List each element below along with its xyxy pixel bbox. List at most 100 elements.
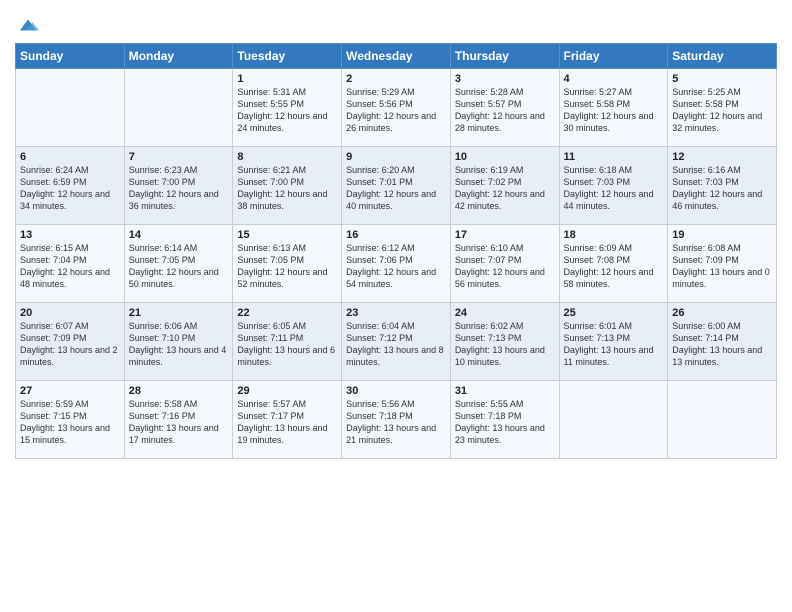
calendar-cell: 13Sunrise: 6:15 AM Sunset: 7:04 PM Dayli… xyxy=(16,225,125,303)
cell-details: Sunrise: 6:12 AM Sunset: 7:06 PM Dayligh… xyxy=(346,242,446,291)
calendar-cell xyxy=(559,381,668,459)
calendar-cell: 24Sunrise: 6:02 AM Sunset: 7:13 PM Dayli… xyxy=(450,303,559,381)
day-number: 22 xyxy=(237,307,337,319)
day-number: 4 xyxy=(564,73,664,85)
calendar-week-3: 13Sunrise: 6:15 AM Sunset: 7:04 PM Dayli… xyxy=(16,225,777,303)
calendar-body: 1Sunrise: 5:31 AM Sunset: 5:55 PM Daylig… xyxy=(16,69,777,459)
logo-icon xyxy=(17,14,39,36)
cell-details: Sunrise: 6:02 AM Sunset: 7:13 PM Dayligh… xyxy=(455,320,555,369)
cell-details: Sunrise: 6:15 AM Sunset: 7:04 PM Dayligh… xyxy=(20,242,120,291)
cell-details: Sunrise: 6:05 AM Sunset: 7:11 PM Dayligh… xyxy=(237,320,337,369)
cell-details: Sunrise: 6:16 AM Sunset: 7:03 PM Dayligh… xyxy=(672,164,772,213)
calendar-cell: 29Sunrise: 5:57 AM Sunset: 7:17 PM Dayli… xyxy=(233,381,342,459)
calendar-cell: 2Sunrise: 5:29 AM Sunset: 5:56 PM Daylig… xyxy=(342,69,451,147)
day-number: 17 xyxy=(455,229,555,241)
cell-details: Sunrise: 6:01 AM Sunset: 7:13 PM Dayligh… xyxy=(564,320,664,369)
calendar-cell: 30Sunrise: 5:56 AM Sunset: 7:18 PM Dayli… xyxy=(342,381,451,459)
calendar-cell: 17Sunrise: 6:10 AM Sunset: 7:07 PM Dayli… xyxy=(450,225,559,303)
day-number: 28 xyxy=(129,385,229,397)
day-number: 24 xyxy=(455,307,555,319)
calendar-cell: 11Sunrise: 6:18 AM Sunset: 7:03 PM Dayli… xyxy=(559,147,668,225)
calendar-cell xyxy=(16,69,125,147)
day-number: 14 xyxy=(129,229,229,241)
cell-details: Sunrise: 5:58 AM Sunset: 7:16 PM Dayligh… xyxy=(129,398,229,447)
calendar-cell: 25Sunrise: 6:01 AM Sunset: 7:13 PM Dayli… xyxy=(559,303,668,381)
cell-details: Sunrise: 6:08 AM Sunset: 7:09 PM Dayligh… xyxy=(672,242,772,291)
cell-details: Sunrise: 6:24 AM Sunset: 6:59 PM Dayligh… xyxy=(20,164,120,213)
day-number: 1 xyxy=(237,73,337,85)
calendar-cell: 7Sunrise: 6:23 AM Sunset: 7:00 PM Daylig… xyxy=(124,147,233,225)
day-number: 19 xyxy=(672,229,772,241)
day-number: 30 xyxy=(346,385,446,397)
calendar-cell: 20Sunrise: 6:07 AM Sunset: 7:09 PM Dayli… xyxy=(16,303,125,381)
calendar-week-4: 20Sunrise: 6:07 AM Sunset: 7:09 PM Dayli… xyxy=(16,303,777,381)
cell-details: Sunrise: 5:56 AM Sunset: 7:18 PM Dayligh… xyxy=(346,398,446,447)
day-number: 20 xyxy=(20,307,120,319)
calendar-cell: 16Sunrise: 6:12 AM Sunset: 7:06 PM Dayli… xyxy=(342,225,451,303)
header xyxy=(15,10,777,41)
day-number: 3 xyxy=(455,73,555,85)
cell-details: Sunrise: 6:00 AM Sunset: 7:14 PM Dayligh… xyxy=(672,320,772,369)
day-number: 23 xyxy=(346,307,446,319)
calendar-cell: 18Sunrise: 6:09 AM Sunset: 7:08 PM Dayli… xyxy=(559,225,668,303)
weekday-header-saturday: Saturday xyxy=(668,44,777,69)
day-number: 29 xyxy=(237,385,337,397)
day-number: 15 xyxy=(237,229,337,241)
day-number: 26 xyxy=(672,307,772,319)
cell-details: Sunrise: 6:07 AM Sunset: 7:09 PM Dayligh… xyxy=(20,320,120,369)
calendar-cell: 27Sunrise: 5:59 AM Sunset: 7:15 PM Dayli… xyxy=(16,381,125,459)
day-number: 16 xyxy=(346,229,446,241)
day-number: 5 xyxy=(672,73,772,85)
cell-details: Sunrise: 6:21 AM Sunset: 7:00 PM Dayligh… xyxy=(237,164,337,213)
cell-details: Sunrise: 6:23 AM Sunset: 7:00 PM Dayligh… xyxy=(129,164,229,213)
cell-details: Sunrise: 6:04 AM Sunset: 7:12 PM Dayligh… xyxy=(346,320,446,369)
calendar-table: SundayMondayTuesdayWednesdayThursdayFrid… xyxy=(15,43,777,459)
weekday-header-friday: Friday xyxy=(559,44,668,69)
logo xyxy=(15,14,39,41)
calendar-cell xyxy=(124,69,233,147)
cell-details: Sunrise: 5:27 AM Sunset: 5:58 PM Dayligh… xyxy=(564,86,664,135)
calendar-cell: 26Sunrise: 6:00 AM Sunset: 7:14 PM Dayli… xyxy=(668,303,777,381)
calendar-cell: 28Sunrise: 5:58 AM Sunset: 7:16 PM Dayli… xyxy=(124,381,233,459)
calendar-cell: 8Sunrise: 6:21 AM Sunset: 7:00 PM Daylig… xyxy=(233,147,342,225)
cell-details: Sunrise: 6:06 AM Sunset: 7:10 PM Dayligh… xyxy=(129,320,229,369)
weekday-header-tuesday: Tuesday xyxy=(233,44,342,69)
cell-details: Sunrise: 6:09 AM Sunset: 7:08 PM Dayligh… xyxy=(564,242,664,291)
cell-details: Sunrise: 5:28 AM Sunset: 5:57 PM Dayligh… xyxy=(455,86,555,135)
calendar-cell: 4Sunrise: 5:27 AM Sunset: 5:58 PM Daylig… xyxy=(559,69,668,147)
cell-details: Sunrise: 5:31 AM Sunset: 5:55 PM Dayligh… xyxy=(237,86,337,135)
day-number: 27 xyxy=(20,385,120,397)
day-number: 7 xyxy=(129,151,229,163)
cell-details: Sunrise: 5:59 AM Sunset: 7:15 PM Dayligh… xyxy=(20,398,120,447)
calendar-container: SundayMondayTuesdayWednesdayThursdayFrid… xyxy=(0,0,792,612)
day-number: 9 xyxy=(346,151,446,163)
day-number: 25 xyxy=(564,307,664,319)
cell-details: Sunrise: 5:57 AM Sunset: 7:17 PM Dayligh… xyxy=(237,398,337,447)
weekday-header-row: SundayMondayTuesdayWednesdayThursdayFrid… xyxy=(16,44,777,69)
day-number: 2 xyxy=(346,73,446,85)
calendar-cell: 12Sunrise: 6:16 AM Sunset: 7:03 PM Dayli… xyxy=(668,147,777,225)
calendar-week-5: 27Sunrise: 5:59 AM Sunset: 7:15 PM Dayli… xyxy=(16,381,777,459)
day-number: 8 xyxy=(237,151,337,163)
cell-details: Sunrise: 6:18 AM Sunset: 7:03 PM Dayligh… xyxy=(564,164,664,213)
calendar-cell: 1Sunrise: 5:31 AM Sunset: 5:55 PM Daylig… xyxy=(233,69,342,147)
cell-details: Sunrise: 5:29 AM Sunset: 5:56 PM Dayligh… xyxy=(346,86,446,135)
cell-details: Sunrise: 6:13 AM Sunset: 7:05 PM Dayligh… xyxy=(237,242,337,291)
day-number: 13 xyxy=(20,229,120,241)
calendar-cell xyxy=(668,381,777,459)
cell-details: Sunrise: 6:19 AM Sunset: 7:02 PM Dayligh… xyxy=(455,164,555,213)
weekday-header-monday: Monday xyxy=(124,44,233,69)
cell-details: Sunrise: 6:10 AM Sunset: 7:07 PM Dayligh… xyxy=(455,242,555,291)
cell-details: Sunrise: 6:20 AM Sunset: 7:01 PM Dayligh… xyxy=(346,164,446,213)
weekday-header-wednesday: Wednesday xyxy=(342,44,451,69)
calendar-week-1: 1Sunrise: 5:31 AM Sunset: 5:55 PM Daylig… xyxy=(16,69,777,147)
calendar-cell: 31Sunrise: 5:55 AM Sunset: 7:18 PM Dayli… xyxy=(450,381,559,459)
cell-details: Sunrise: 6:14 AM Sunset: 7:05 PM Dayligh… xyxy=(129,242,229,291)
calendar-cell: 10Sunrise: 6:19 AM Sunset: 7:02 PM Dayli… xyxy=(450,147,559,225)
calendar-cell: 22Sunrise: 6:05 AM Sunset: 7:11 PM Dayli… xyxy=(233,303,342,381)
calendar-week-2: 6Sunrise: 6:24 AM Sunset: 6:59 PM Daylig… xyxy=(16,147,777,225)
day-number: 18 xyxy=(564,229,664,241)
weekday-header-thursday: Thursday xyxy=(450,44,559,69)
cell-details: Sunrise: 5:55 AM Sunset: 7:18 PM Dayligh… xyxy=(455,398,555,447)
day-number: 11 xyxy=(564,151,664,163)
